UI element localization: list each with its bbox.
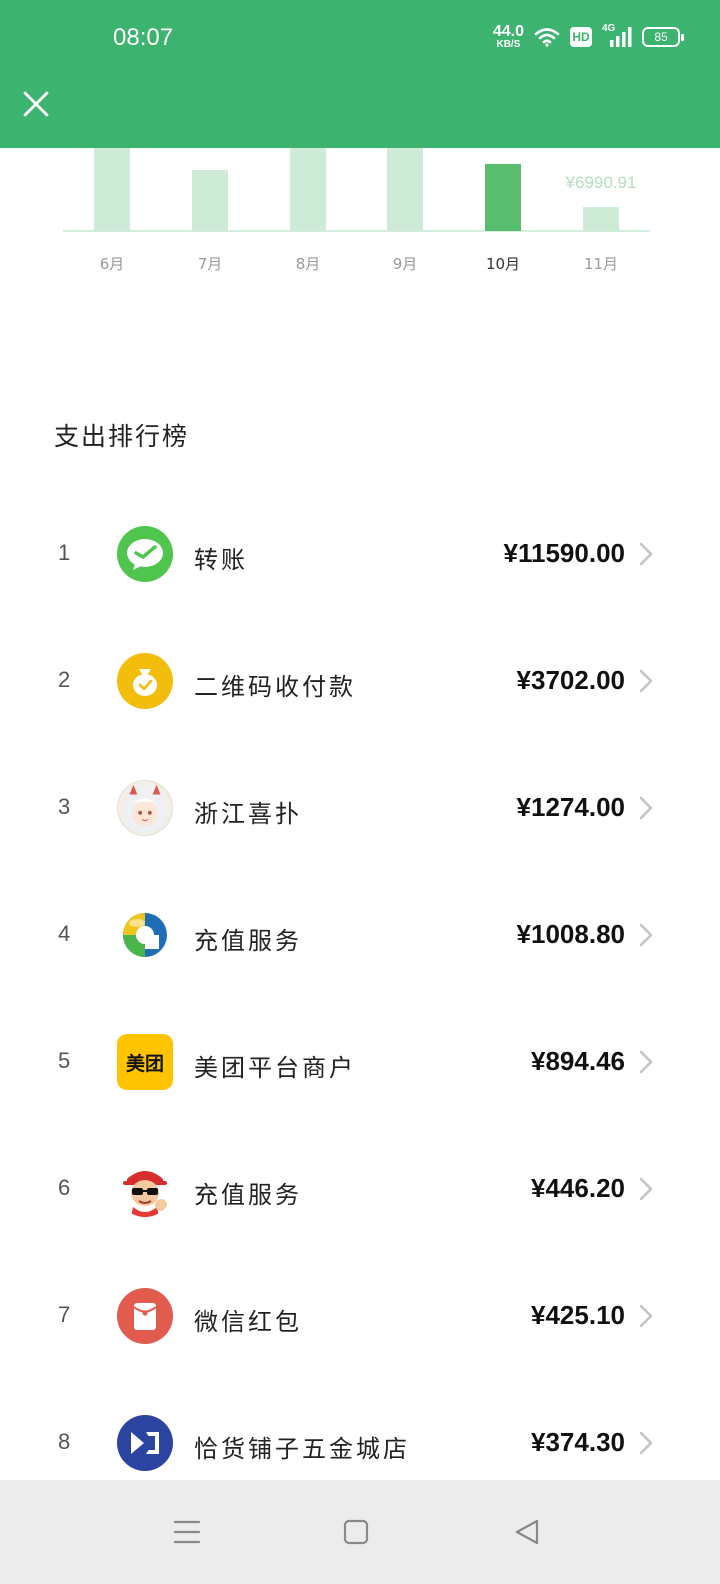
chevron-right-icon — [639, 669, 653, 693]
ranking-row-5[interactable]: 5 美团 美团平台商户 ¥894.46 — [0, 998, 720, 1125]
chevron-right-icon — [639, 923, 653, 947]
recharge-service-icon — [117, 907, 173, 963]
rank-number: 1 — [58, 540, 71, 565]
expense-amount: ¥3702.00 — [516, 665, 625, 695]
merchant-name: 浙江喜扑 — [194, 800, 302, 828]
chevron-right-icon — [639, 796, 653, 820]
expense-amount: ¥11590.00 — [503, 538, 625, 568]
merchant-name: 微信红包 — [194, 1308, 302, 1336]
chart-data-label: ¥6990.91 — [565, 173, 637, 192]
status-icons: 44.0 KB/S HD 4G 85 — [493, 23, 684, 50]
chart-x-tick-label: 8月 — [296, 255, 321, 273]
home-icon — [343, 1519, 369, 1545]
qr-payment-icon — [117, 653, 173, 709]
chevron-right-icon — [639, 542, 653, 566]
chart-bar-10[interactable] — [485, 164, 521, 231]
ranking-row-2[interactable]: 2 二维码收付款 ¥3702.00 — [0, 617, 720, 744]
header-bar: 08:07 44.0 KB/S HD 4G 85 — [0, 0, 720, 148]
hd-badge: HD — [570, 27, 592, 47]
rank-number: 3 — [58, 794, 71, 819]
wifi-icon — [534, 28, 560, 47]
expense-amount: ¥374.30 — [531, 1427, 625, 1457]
expense-amount: ¥1008.80 — [516, 919, 625, 949]
close-button[interactable] — [20, 88, 52, 120]
transfer-icon — [117, 526, 173, 582]
merchant-name: 恰货铺子五金城店 — [194, 1435, 410, 1463]
close-icon — [23, 91, 49, 117]
rank-number: 2 — [58, 667, 71, 692]
back-button[interactable] — [503, 1508, 551, 1556]
expense-amount: ¥425.10 — [531, 1300, 625, 1330]
rank-number: 7 — [58, 1302, 71, 1327]
merchant-name: 二维码收付款 — [194, 673, 356, 701]
chart-x-tick-label: 11月 — [584, 255, 618, 273]
merchant-avatar-icon — [117, 780, 173, 836]
chart-x-tick-label: 7月 — [198, 255, 223, 273]
expense-amount: ¥894.46 — [531, 1046, 625, 1076]
network-speed-value: 44.0 — [492, 23, 524, 40]
chart-bar-11[interactable] — [583, 207, 619, 231]
menu-button[interactable] — [163, 1508, 211, 1556]
store-logo-icon — [117, 1415, 173, 1471]
status-time: 08:07 — [113, 24, 174, 51]
chevron-right-icon — [639, 1177, 653, 1201]
ranking-row-6[interactable]: 6 充值服务 ¥446.20 — [0, 1125, 720, 1252]
merchant-name: 转账 — [194, 546, 248, 574]
section-title-expense-ranking: 支出排行榜 — [54, 422, 190, 451]
cellular-signal-icon: 4G — [602, 23, 632, 48]
ranking-row-3[interactable]: 3 浙江喜扑 ¥1274.00 — [0, 744, 720, 871]
ranking-row-4[interactable]: 4 充值服务 ¥1008.80 — [0, 871, 720, 998]
red-packet-icon — [117, 1288, 173, 1344]
meituan-logo-text: 美团 — [125, 1052, 164, 1075]
ranking-row-7[interactable]: 7 微信红包 ¥425.10 — [0, 1252, 720, 1379]
expense-amount: ¥446.20 — [531, 1173, 625, 1203]
chevron-right-icon — [639, 1304, 653, 1328]
chart-bar-7[interactable] — [192, 170, 228, 231]
home-button[interactable] — [332, 1508, 380, 1556]
network-speed-unit: KB/S — [496, 39, 521, 50]
expense-amount: ¥1274.00 — [516, 792, 625, 822]
ranking-row-1[interactable]: 1 转账 ¥11590.00 — [0, 490, 720, 617]
back-icon — [515, 1519, 539, 1545]
battery-level: 85 — [654, 30, 668, 44]
chevron-right-icon — [639, 1431, 653, 1455]
cartoon-avatar-icon — [117, 1161, 173, 1217]
merchant-name: 充值服务 — [194, 1181, 302, 1209]
status-bar: 08:07 44.0 KB/S HD 4G 85 — [0, 0, 720, 80]
expense-ranking-list: 1 转账 ¥11590.00 2 二维码收付款 ¥3702.00 3 浙江喜扑 … — [0, 490, 720, 1506]
rank-number: 6 — [58, 1175, 71, 1200]
chart-x-tick-label: 9月 — [393, 255, 418, 273]
chart-x-tick-label: 6月 — [100, 255, 125, 273]
network-speed: 44.0 KB/S — [493, 24, 524, 50]
battery-indicator: 85 — [642, 27, 684, 47]
system-navigation-bar — [0, 1480, 720, 1584]
merchant-name: 充值服务 — [194, 927, 302, 955]
chart-x-tick-label: 10月 — [486, 255, 520, 273]
menu-icon — [173, 1520, 201, 1544]
merchant-name: 美团平台商户 — [194, 1054, 356, 1082]
rank-number: 5 — [58, 1048, 71, 1073]
chevron-right-icon — [639, 1050, 653, 1074]
meituan-icon: 美团 — [117, 1034, 173, 1090]
rank-number: 8 — [58, 1429, 71, 1454]
rank-number: 4 — [58, 921, 71, 946]
